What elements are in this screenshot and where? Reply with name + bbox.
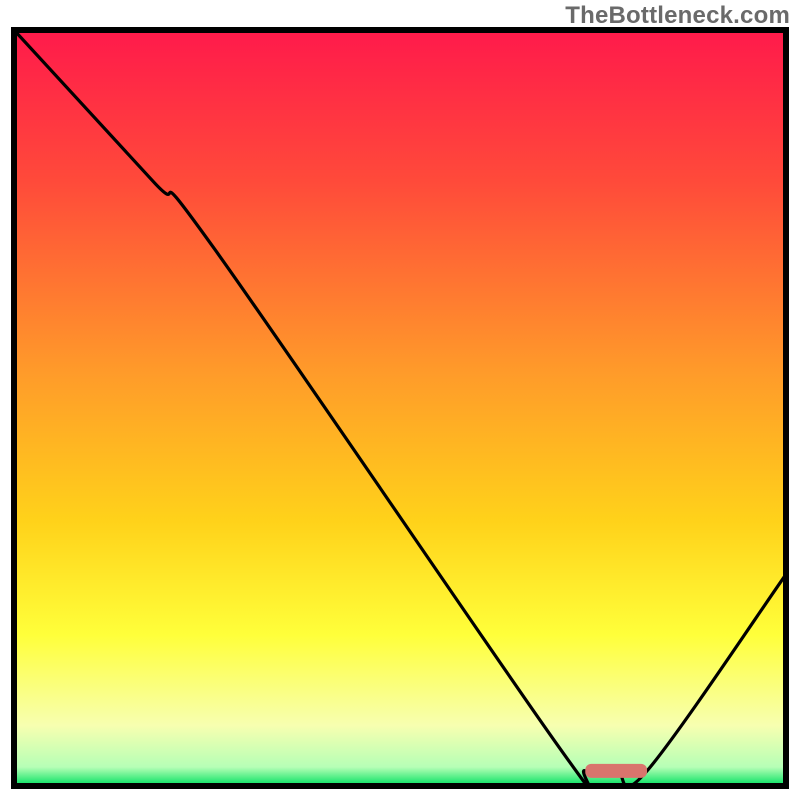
bottleneck-chart [0,0,800,800]
optimal-range-marker [585,764,647,778]
chart-frame: TheBottleneck.com [0,0,800,800]
plot-area [14,30,786,790]
watermark-text: TheBottleneck.com [565,2,790,30]
gradient-background [14,30,786,786]
